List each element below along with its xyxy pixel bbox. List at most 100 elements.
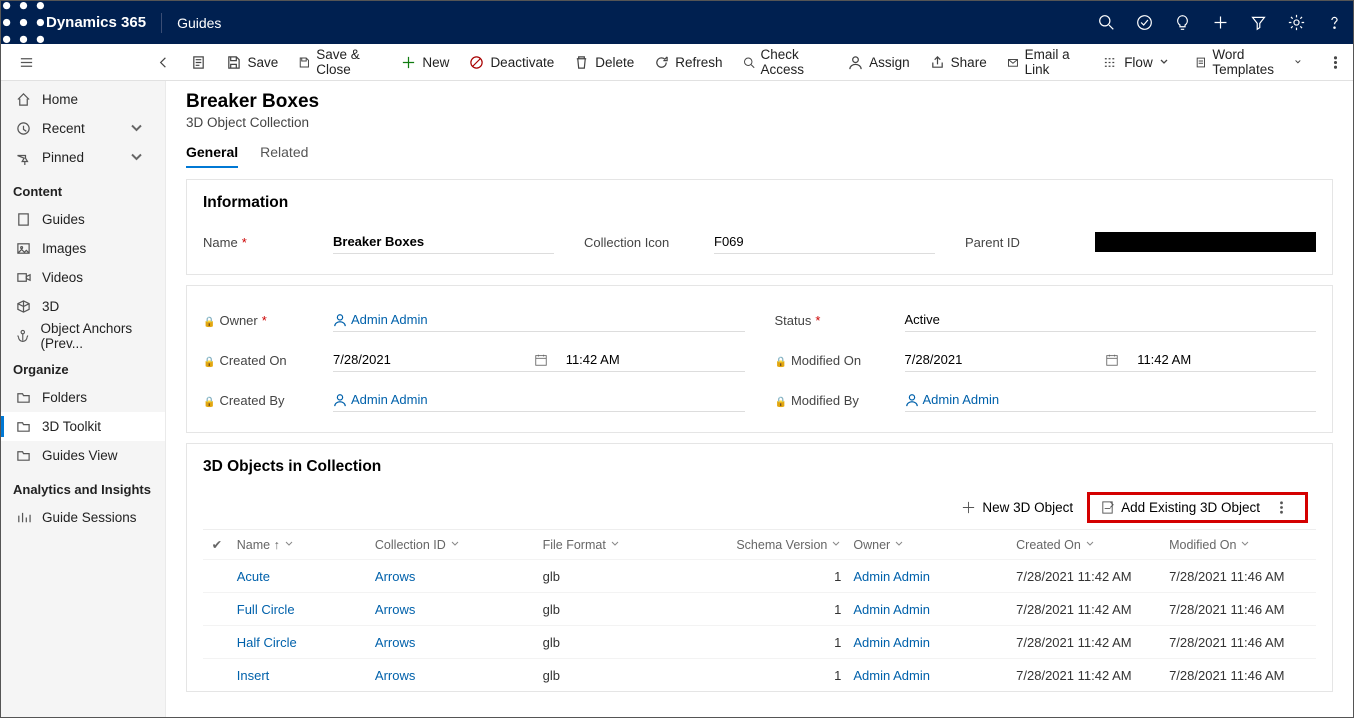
person-icon (905, 393, 919, 407)
cell-created: 7/28/2021 11:42 AM (1010, 602, 1163, 617)
sidebar-item-images[interactable]: Images (1, 234, 165, 263)
table-row[interactable]: Half CircleArrowsglb1Admin Admin7/28/202… (203, 625, 1316, 658)
table-row[interactable]: Full CircleArrowsglb1Admin Admin7/28/202… (203, 592, 1316, 625)
chevron-down-icon[interactable] (129, 121, 144, 136)
back-button[interactable] (146, 44, 181, 80)
created-by-label: Created By (203, 393, 333, 408)
cell-collection[interactable]: Arrows (369, 668, 537, 683)
person-icon (333, 313, 347, 327)
flow-button[interactable]: Flow (1093, 44, 1185, 80)
sidebar-item-3d-toolkit[interactable]: 3D Toolkit (1, 412, 165, 441)
sidebar-item-object-anchors[interactable]: Object Anchors (Prev... (1, 321, 165, 350)
grid-header-row: ✔ Name ↑ Collection ID File Format Schem… (203, 529, 1316, 559)
owner-label: Owner (219, 313, 257, 328)
app-launcher-icon[interactable] (1, 0, 46, 45)
save-close-button[interactable]: Save & Close (288, 44, 391, 80)
col-created-on[interactable]: Created On (1010, 538, 1163, 552)
cell-collection[interactable]: Arrows (369, 602, 537, 617)
search-icon[interactable] (1087, 1, 1125, 44)
cell-owner[interactable]: Admin Admin (847, 635, 1010, 650)
information-section: Information Name* Breaker Boxes Collecti… (186, 179, 1333, 275)
task-icon[interactable] (1125, 1, 1163, 44)
parent-id-label: Parent ID (965, 235, 1095, 250)
col-file-format[interactable]: File Format (537, 538, 705, 552)
cell-owner[interactable]: Admin Admin (847, 668, 1010, 683)
new-3d-object-button[interactable]: New 3D Object (951, 495, 1083, 520)
more-icon[interactable] (1274, 500, 1289, 515)
section-title: Information (203, 194, 1316, 212)
gear-icon[interactable] (1277, 1, 1315, 44)
add-existing-3d-object-button[interactable]: Add Existing 3D Object (1087, 492, 1308, 523)
select-all-checkbox[interactable]: ✔ (203, 537, 231, 552)
table-row[interactable]: AcuteArrowsglb1Admin Admin7/28/2021 11:4… (203, 559, 1316, 592)
status-field[interactable]: Active (905, 308, 1317, 332)
calendar-icon (1105, 353, 1119, 367)
sidebar-item-pinned[interactable]: Pinned (1, 143, 165, 172)
filter-icon[interactable] (1239, 1, 1277, 44)
save-button[interactable]: Save (216, 44, 288, 80)
cell-owner[interactable]: Admin Admin (847, 569, 1010, 584)
form-selector-icon[interactable] (181, 44, 216, 80)
cell-name[interactable]: Insert (231, 668, 369, 683)
form-tabs: General Related (186, 144, 1353, 169)
cell-collection[interactable]: Arrows (369, 635, 537, 650)
cell-format: glb (537, 602, 705, 617)
sidebar-item-3d[interactable]: 3D (1, 292, 165, 321)
word-templates-button[interactable]: Word Templates (1185, 44, 1318, 80)
sidebar-item-videos[interactable]: Videos (1, 263, 165, 292)
modified-on-label: Modified On (775, 353, 905, 368)
cell-modified: 7/28/2021 11:46 AM (1163, 668, 1316, 683)
sidebar-item-guides[interactable]: Guides (1, 205, 165, 234)
cell-created: 7/28/2021 11:42 AM (1010, 569, 1163, 584)
cell-owner[interactable]: Admin Admin (847, 602, 1010, 617)
hamburger-icon[interactable] (13, 44, 45, 80)
cell-name[interactable]: Half Circle (231, 635, 369, 650)
cell-collection[interactable]: Arrows (369, 569, 537, 584)
module-label[interactable]: Guides (162, 15, 221, 31)
person-icon (333, 393, 347, 407)
tab-general[interactable]: General (186, 144, 238, 168)
col-owner[interactable]: Owner (847, 538, 1010, 552)
sidebar-item-folders[interactable]: Folders (1, 383, 165, 412)
delete-button[interactable]: Delete (564, 44, 644, 80)
modified-by-field[interactable]: Admin Admin (905, 388, 1317, 412)
table-row[interactable]: InsertArrowsglb1Admin Admin7/28/2021 11:… (203, 658, 1316, 691)
help-icon[interactable] (1315, 1, 1353, 44)
page-title: Breaker Boxes (186, 91, 1353, 113)
sidebar-item-home[interactable]: Home (1, 85, 165, 114)
new-button[interactable]: New (391, 44, 459, 80)
sidebar-group-organize: Organize (1, 350, 165, 383)
email-link-button[interactable]: Email a Link (997, 44, 1093, 80)
subgrid-title: 3D Objects in Collection (203, 458, 1316, 476)
sidebar-group-analytics: Analytics and Insights (1, 470, 165, 503)
cell-name[interactable]: Full Circle (231, 602, 369, 617)
brand-label[interactable]: Dynamics 365 (46, 14, 161, 31)
assign-button[interactable]: Assign (838, 44, 920, 80)
owner-field[interactable]: Admin Admin (333, 308, 745, 332)
col-schema-version[interactable]: Schema Version (704, 538, 847, 552)
col-name[interactable]: Name ↑ (231, 538, 369, 552)
more-commands-icon[interactable] (1318, 44, 1353, 80)
collection-icon-field[interactable]: F069 (714, 230, 935, 254)
name-field[interactable]: Breaker Boxes (333, 230, 554, 254)
chevron-down-icon[interactable] (129, 150, 144, 165)
cell-name[interactable]: Acute (231, 569, 369, 584)
sidebar-item-guide-sessions[interactable]: Guide Sessions (1, 503, 165, 532)
objects-subgrid: 3D Objects in Collection New 3D Object A… (186, 443, 1333, 692)
col-collection-id[interactable]: Collection ID (369, 538, 537, 552)
tab-related[interactable]: Related (260, 144, 308, 168)
cell-format: glb (537, 569, 705, 584)
deactivate-button[interactable]: Deactivate (459, 44, 564, 80)
add-icon[interactable] (1201, 1, 1239, 44)
cell-schema: 1 (704, 668, 847, 683)
lightbulb-icon[interactable] (1163, 1, 1201, 44)
sidebar-item-guides-view[interactable]: Guides View (1, 441, 165, 470)
created-by-field[interactable]: Admin Admin (333, 388, 745, 412)
created-on-label: Created On (203, 353, 333, 368)
col-modified-on[interactable]: Modified On (1163, 538, 1316, 552)
refresh-button[interactable]: Refresh (644, 44, 732, 80)
check-access-button[interactable]: Check Access (733, 44, 839, 80)
share-button[interactable]: Share (920, 44, 997, 80)
cell-schema: 1 (704, 602, 847, 617)
sidebar-item-recent[interactable]: Recent (1, 114, 165, 143)
